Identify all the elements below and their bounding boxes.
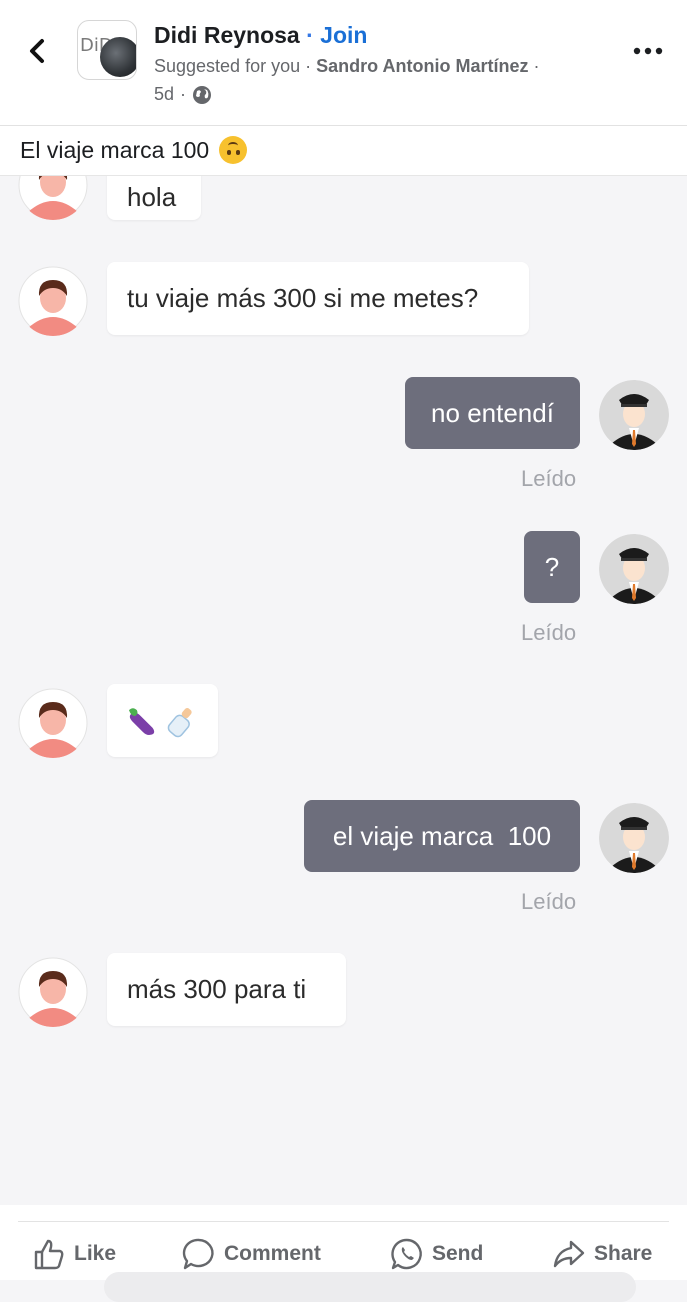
comment-button[interactable]: Comment: [182, 1237, 321, 1271]
group-name[interactable]: Didi Reynosa: [154, 22, 300, 48]
post-header: DiDi Didi Reynosa · Join Suggested for y…: [0, 0, 687, 126]
post-meta: 5d ·: [154, 84, 212, 105]
driver-avatar: [599, 380, 669, 450]
like-button[interactable]: Like: [32, 1237, 116, 1271]
message-text: ?: [544, 551, 560, 582]
comment-input-peek[interactable]: [104, 1272, 636, 1302]
message-text: no entendí: [431, 397, 554, 428]
share-arrow-icon: [553, 1240, 585, 1268]
message-bubble-outgoing: no entendí: [405, 377, 580, 449]
passenger-avatar: [18, 266, 88, 336]
group-avatar[interactable]: DiDi: [77, 20, 137, 80]
message-text: tu viaje más 300 si me metes?: [127, 283, 479, 313]
caption-text: El viaje marca 100: [20, 136, 210, 163]
baby-bottle-emoji-icon: [167, 707, 192, 737]
post-caption-bar: El viaje marca 100: [0, 126, 687, 176]
upside-down-face-emoji-icon: [219, 136, 248, 164]
message-text: el viaje marca 100: [332, 820, 552, 851]
message-bubble-incoming: hola: [107, 176, 201, 220]
message-bubble-outgoing: ?: [524, 531, 580, 603]
like-label: Like: [74, 1242, 117, 1265]
thumbs-up-icon: [34, 1239, 64, 1270]
back-chevron-icon[interactable]: [22, 34, 56, 68]
action-divider: [18, 1221, 669, 1222]
driver-avatar: [599, 534, 669, 604]
message-bubble-incoming: [107, 684, 218, 757]
read-status: Leído: [521, 466, 577, 491]
post-action-bar: Like Comment Send Share: [0, 1205, 687, 1280]
share-label: Share: [594, 1242, 653, 1265]
send-label: Send: [432, 1242, 484, 1265]
meta-dot: ·: [180, 84, 187, 104]
post-age[interactable]: 5d: [154, 84, 174, 105]
author-name[interactable]: Sandro Antonio Martínez: [316, 56, 528, 76]
join-button[interactable]: Join: [320, 22, 367, 48]
globe-icon: [193, 85, 212, 104]
post-subtitle: Suggested for you · Sandro Antonio Martí…: [154, 56, 539, 77]
send-button[interactable]: Send: [390, 1237, 483, 1271]
message-bubble-outgoing: el viaje marca 100: [304, 800, 580, 872]
post-caption: El viaje marca 100: [20, 136, 248, 164]
subtitle-trailing-dot: ·: [533, 56, 540, 76]
title-separator: ·: [306, 22, 314, 48]
message-text: más 300 para ti: [127, 974, 307, 1004]
more-options-icon[interactable]: [630, 36, 666, 66]
comment-bubble-icon: [182, 1238, 214, 1270]
suggested-label: Suggested for you: [154, 56, 301, 76]
message-text: hola: [127, 181, 177, 212]
comment-label: Comment: [224, 1242, 321, 1265]
driver-avatar: [599, 803, 669, 873]
message-bubble-incoming: más 300 para ti: [107, 953, 346, 1026]
post-title-line: Didi Reynosa · Join: [154, 22, 367, 49]
eggplant-emoji-icon: [128, 707, 155, 735]
passenger-avatar: [18, 957, 88, 1027]
read-status: Leído: [521, 889, 577, 914]
share-button[interactable]: Share: [552, 1237, 652, 1271]
whatsapp-send-icon: [391, 1238, 422, 1270]
passenger-avatar: [18, 688, 88, 758]
read-status: Leído: [521, 620, 577, 645]
chat-screenshot[interactable]: hola tu viaje más 300 si me metes? no en…: [0, 176, 687, 1205]
subtitle-dot: ·: [305, 56, 312, 76]
message-bubble-incoming: tu viaje más 300 si me metes?: [107, 262, 529, 335]
passenger-avatar: [18, 176, 88, 220]
group-photo: [100, 37, 136, 77]
